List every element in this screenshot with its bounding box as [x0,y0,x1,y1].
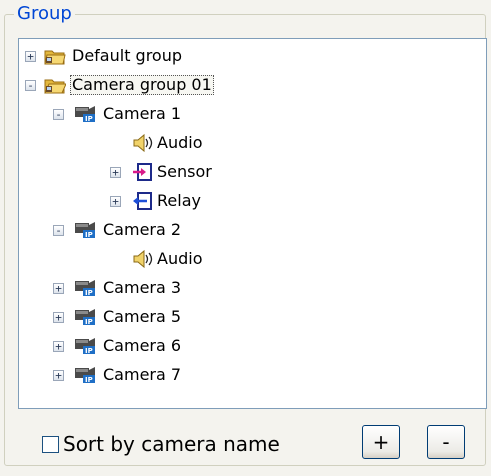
ip-camera-icon: IP [75,222,95,239]
tree-item-label: Audio [157,249,203,268]
speaker-icon [133,249,153,269]
expand-icon[interactable]: + [53,370,64,381]
tree-item-label: Camera 6 [103,336,182,355]
tree-item-camera-1[interactable]: - IP Camera 1 [19,101,479,127]
expand-icon[interactable]: + [110,167,121,178]
tree-item-label: Sensor [157,162,212,181]
tree-item-label: Camera 2 [103,220,182,239]
svg-text:IP: IP [85,318,93,326]
tree-item-camera-2[interactable]: - IP Camera 2 [19,217,479,243]
svg-text:IP: IP [85,376,93,384]
tree-item-relay[interactable]: + Relay [19,188,479,214]
tree-item-camera-6[interactable]: + IP Camera 6 [19,333,479,359]
tree-item-label: Camera group 01 [70,75,214,95]
tree-item-audio[interactable]: Audio [19,246,479,272]
ip-camera-icon: IP [75,309,95,326]
collapse-icon[interactable]: - [53,109,64,120]
tree-item-label: Default group [72,46,183,65]
tree-item-label: Camera 3 [103,278,182,297]
tree-item-camera-7[interactable]: + IP Camera 7 [19,362,479,388]
expand-icon[interactable]: + [53,312,64,323]
sort-by-name-checkbox[interactable] [42,435,59,453]
folder-icon [44,50,66,65]
open-folder-icon [44,79,66,94]
svg-text:IP: IP [85,231,93,239]
svg-text:IP: IP [85,289,93,297]
remove-button[interactable]: - [427,425,465,459]
tree-item-label: Camera 1 [103,104,182,123]
tree-item-label: Audio [157,133,203,152]
tree-item-audio[interactable]: Audio [19,130,479,156]
expand-icon[interactable]: + [53,283,64,294]
collapse-icon[interactable]: - [53,225,64,236]
tree-item-camera-5[interactable]: + IP Camera 5 [19,304,479,330]
sort-by-name-label: Sort by camera name [63,432,280,456]
sort-by-name-option[interactable]: Sort by camera name [42,432,280,456]
tree-item-camera-3[interactable]: + IP Camera 3 [19,275,479,301]
tree-item-camera-group-01[interactable]: - Camera group 01 [19,72,479,98]
expand-icon[interactable]: + [25,51,36,62]
collapse-icon[interactable]: - [25,80,36,91]
ip-camera-icon: IP [75,367,95,384]
ip-camera-icon: IP [75,338,95,355]
tree-item-label: Camera 7 [103,365,182,384]
tree-item-default-group[interactable]: + Default group [19,43,479,69]
relay-output-icon [133,192,152,210]
svg-text:IP: IP [85,347,93,355]
tree-item-label: Relay [157,191,201,210]
svg-text:IP: IP [85,115,93,123]
ip-camera-icon: IP [75,280,95,297]
tree-item-label: Camera 5 [103,307,182,326]
group-box-title: Group [14,3,75,25]
expand-icon[interactable]: + [110,196,121,207]
camera-tree[interactable]: + Default group - Camera group 01 - IP C [18,38,487,409]
speaker-icon [133,133,153,153]
tree-item-sensor[interactable]: + Sensor [19,159,479,185]
sensor-input-icon [133,163,152,181]
add-button[interactable]: + [362,425,400,459]
ip-camera-icon: IP [75,106,95,123]
expand-icon[interactable]: + [53,341,64,352]
